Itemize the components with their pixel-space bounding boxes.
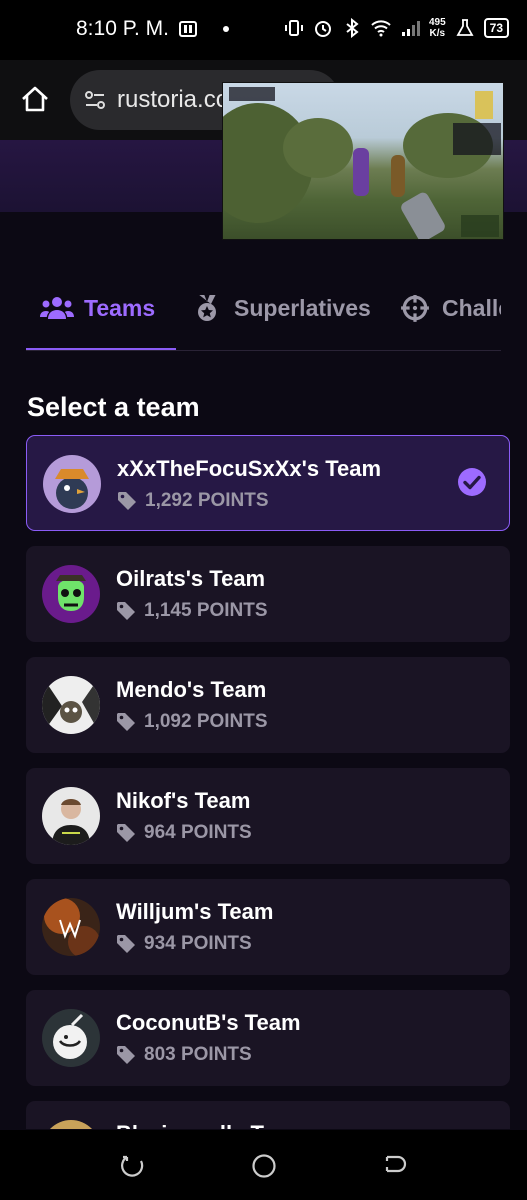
wifi-icon (371, 20, 391, 37)
team-avatar (43, 455, 101, 513)
team-avatar (42, 676, 100, 734)
system-navigation-bar (0, 1130, 527, 1200)
site-settings-icon[interactable] (84, 89, 106, 111)
notification-app-icon (179, 21, 197, 37)
tab-bar: Teams Superlatives Challenges (26, 295, 501, 351)
recent-apps-icon[interactable] (118, 1152, 146, 1180)
team-card[interactable]: xXxTheFocuSxXx's Team 1,292 POINTS (26, 435, 510, 531)
video-player-figure (353, 148, 369, 196)
team-list: xXxTheFocuSxXx's Team 1,292 POINTS Oilra… (26, 435, 510, 1129)
home-icon[interactable] (20, 84, 50, 114)
video-player-figure (391, 155, 405, 197)
video-scenery (283, 118, 353, 178)
signal-icon (401, 21, 420, 36)
team-card[interactable]: Willjum's Team 934 POINTS (26, 879, 510, 975)
back-icon[interactable] (381, 1152, 409, 1180)
team-points: 1,292 POINTS (117, 490, 269, 512)
team-name: xXxTheFocuSxXx's Team (117, 456, 382, 481)
tag-icon (117, 602, 135, 620)
video-hud (461, 215, 499, 237)
team-name: Oilrats's Team (116, 566, 266, 591)
team-name: Blazingpalls Team (116, 1121, 306, 1129)
team-points-label: 934 POINTS (144, 933, 252, 954)
team-name: Mendo's Team (116, 677, 267, 702)
section-title: Select a team (27, 392, 200, 422)
team-points: 964 POINTS (116, 822, 252, 844)
active-tab-indicator (26, 348, 176, 350)
team-avatar (42, 565, 100, 623)
bluetooth-icon (346, 18, 359, 38)
tab-label: Challenges (442, 295, 501, 321)
video-hud (453, 123, 501, 155)
team-points: 1,145 POINTS (116, 600, 268, 622)
status-bar: 8:10 P. M. 495 K/s 73 (0, 0, 527, 60)
team-card[interactable]: Oilrats's Team 1,145 POINTS (26, 546, 510, 642)
video-hud (475, 91, 493, 119)
tab-label: Teams (84, 295, 156, 321)
tag-icon (117, 1046, 135, 1064)
team-points-label: 964 POINTS (144, 822, 252, 843)
net-speed: 495 K/s (429, 17, 446, 39)
team-points: 803 POINTS (116, 1044, 252, 1066)
tag-icon (117, 713, 135, 731)
team-avatar (42, 898, 100, 956)
medal-icon (198, 295, 216, 321)
status-system-icons: 495 K/s 73 (284, 17, 509, 39)
team-card[interactable]: Nikof's Team 964 POINTS (26, 768, 510, 864)
tab-teams[interactable]: Teams (40, 295, 155, 350)
team-name: Nikof's Team (116, 788, 251, 813)
team-points-label: 1,092 POINTS (144, 711, 268, 732)
team-card[interactable]: Blazingpalls Team (26, 1101, 510, 1129)
url-text: rustoria.co (117, 86, 230, 113)
team-avatar (42, 787, 100, 845)
team-points: 934 POINTS (116, 933, 252, 955)
crosshair-icon (401, 295, 429, 322)
flask-icon (456, 19, 474, 36)
team-points-label: 1,145 POINTS (144, 600, 268, 621)
users-icon (40, 297, 74, 319)
team-name: Willjum's Team (116, 899, 274, 924)
checkmark-icon (458, 468, 486, 496)
picture-in-picture-video[interactable] (222, 82, 504, 240)
battery-indicator: 73 (483, 18, 509, 38)
team-avatar (42, 1009, 100, 1067)
team-name: CoconutB's Team (116, 1010, 301, 1035)
vibrate-icon (284, 20, 303, 36)
net-speed-unit: K/s (429, 28, 446, 39)
tab-label: Superlatives (234, 295, 371, 321)
dot-icon (223, 26, 229, 32)
team-avatar (42, 1120, 100, 1129)
tag-icon (118, 492, 136, 510)
team-points: 1,092 POINTS (116, 711, 268, 733)
net-speed-value: 495 (428, 17, 446, 28)
team-card[interactable]: Mendo's Team 1,092 POINTS (26, 657, 510, 753)
status-time: 8:10 P. M. (76, 17, 170, 40)
tag-icon (117, 935, 135, 953)
tab-superlatives[interactable]: Superlatives (190, 295, 371, 350)
video-hud (229, 87, 275, 101)
alarm-icon (314, 21, 331, 37)
tab-challenges[interactable]: Challenges (398, 295, 501, 350)
tag-icon (117, 824, 135, 842)
team-points-label: 1,292 POINTS (145, 490, 269, 511)
status-notification-icons (178, 19, 236, 39)
home-nav-icon[interactable] (250, 1152, 278, 1180)
team-card[interactable]: CoconutB's Team 803 POINTS (26, 990, 510, 1086)
team-points-label: 803 POINTS (144, 1044, 252, 1065)
